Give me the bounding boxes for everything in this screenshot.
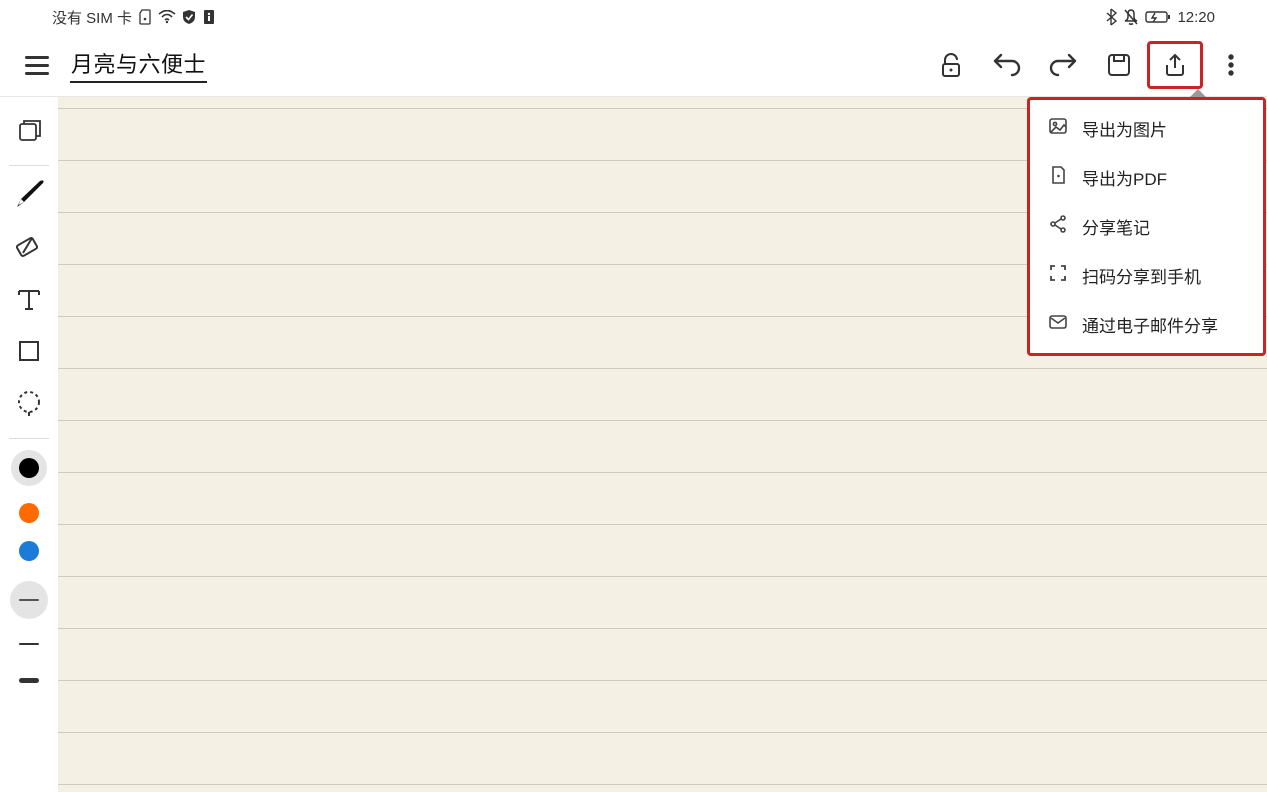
pen-tool[interactable] <box>6 172 52 218</box>
info-icon <box>202 9 216 25</box>
color-black[interactable] <box>6 445 52 491</box>
email-share-label: 通过电子邮件分享 <box>1082 312 1218 337</box>
work-area: 导出为图片 导出为PDF 分享笔记 扫码分享到手机 通过电子邮件分享 <box>0 97 1267 792</box>
qr-share-item[interactable]: 扫码分享到手机 <box>1030 251 1263 300</box>
lasso-tool[interactable] <box>6 380 52 426</box>
color-orange[interactable] <box>6 497 52 529</box>
battery-icon <box>1145 10 1171 24</box>
share-note-item[interactable]: 分享笔记 <box>1030 202 1263 251</box>
stroke-thick[interactable] <box>6 665 52 695</box>
document-title[interactable]: 月亮与六便士 <box>70 47 207 83</box>
export-image-item[interactable]: 导出为图片 <box>1030 104 1263 153</box>
redo-button[interactable] <box>1035 41 1091 89</box>
status-bar: 没有 SIM 卡 12:20 <box>0 0 1267 34</box>
color-blue[interactable] <box>6 535 52 567</box>
separator <box>9 165 49 166</box>
image-icon <box>1048 116 1068 141</box>
pdf-icon <box>1048 165 1068 190</box>
wifi-icon <box>158 10 176 24</box>
stroke-medium[interactable] <box>6 629 52 659</box>
sim-status-text: 没有 SIM 卡 <box>52 7 132 28</box>
qr-icon <box>1048 263 1068 288</box>
text-tool[interactable] <box>6 276 52 322</box>
share-icon <box>1048 214 1068 239</box>
separator <box>9 438 49 439</box>
app-bar: 月亮与六便士 <box>0 34 1267 97</box>
shield-icon <box>182 9 196 25</box>
qr-share-label: 扫码分享到手机 <box>1082 263 1201 288</box>
undo-button[interactable] <box>979 41 1035 89</box>
export-image-label: 导出为图片 <box>1082 116 1167 141</box>
mute-icon <box>1123 8 1139 26</box>
share-button[interactable] <box>1147 41 1203 89</box>
email-share-item[interactable]: 通过电子邮件分享 <box>1030 300 1263 349</box>
share-note-label: 分享笔记 <box>1082 214 1150 239</box>
lock-button[interactable] <box>923 41 979 89</box>
clock-text: 12:20 <box>1177 9 1215 26</box>
stroke-thin-selected[interactable] <box>6 577 52 623</box>
mail-icon <box>1048 312 1068 337</box>
bluetooth-icon <box>1105 8 1117 26</box>
menu-button[interactable] <box>18 46 56 84</box>
export-pdf-label: 导出为PDF <box>1082 165 1167 190</box>
shape-tool[interactable] <box>6 328 52 374</box>
save-button[interactable] <box>1091 41 1147 89</box>
more-button[interactable] <box>1203 41 1259 89</box>
share-dropdown: 导出为图片 导出为PDF 分享笔记 扫码分享到手机 通过电子邮件分享 <box>1027 97 1266 356</box>
share-button-wrap <box>1147 41 1203 89</box>
export-pdf-item[interactable]: 导出为PDF <box>1030 153 1263 202</box>
pages-tool[interactable] <box>6 107 52 153</box>
tool-sidebar <box>0 97 58 792</box>
sim-card-icon <box>138 9 152 25</box>
eraser-tool[interactable] <box>6 224 52 270</box>
